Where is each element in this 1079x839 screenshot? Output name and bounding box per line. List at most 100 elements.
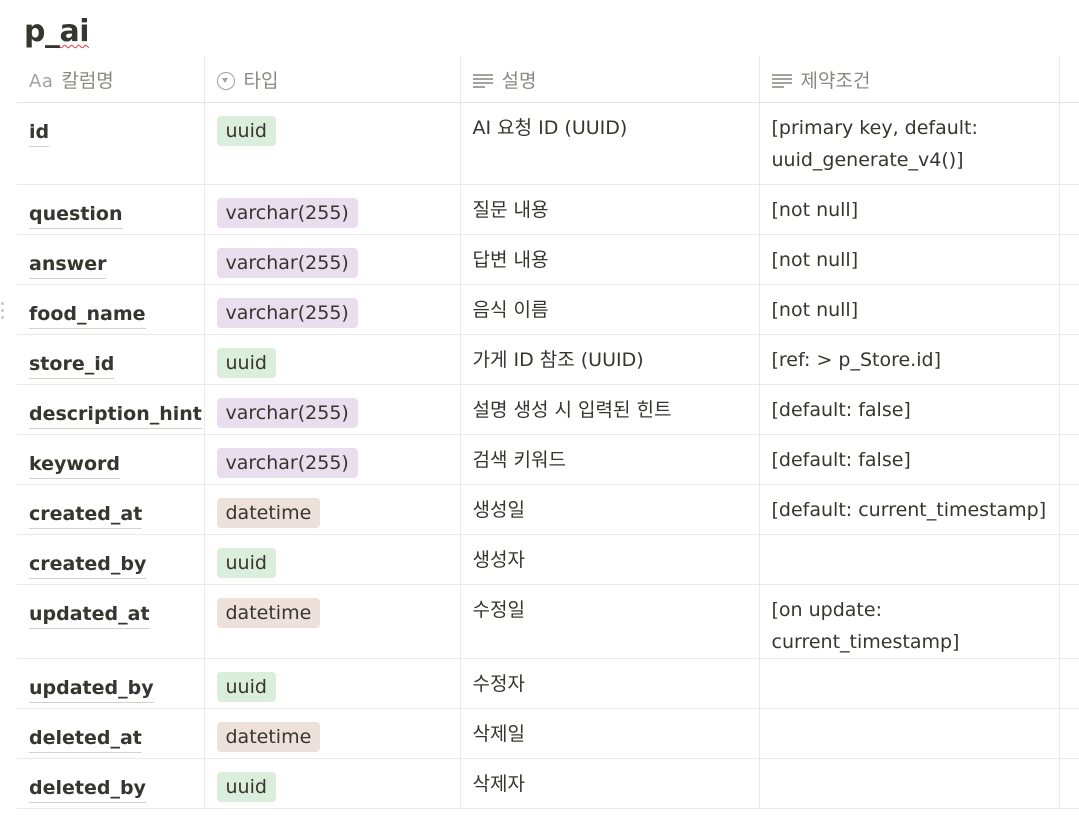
cell-constraint[interactable] <box>758 534 1059 585</box>
cell-type[interactable]: varchar(255) <box>203 284 460 335</box>
cell-constraint[interactable]: [not null] <box>758 284 1059 335</box>
cell-constraint[interactable] <box>758 708 1059 759</box>
cell-type[interactable]: varchar(255) <box>203 384 460 435</box>
cell-column-name[interactable]: created_by <box>17 534 204 585</box>
table-row[interactable]: food_name varchar(255) 음식 이름 [not null] <box>17 284 1079 335</box>
table-row[interactable]: updated_by uuid 수정자 <box>17 658 1079 709</box>
description-text: 수정일 <box>472 599 525 621</box>
cell-type[interactable]: datetime <box>203 484 460 535</box>
page-title[interactable]: p_ai <box>24 12 90 52</box>
cell-column-name[interactable]: food_name <box>17 284 204 335</box>
cell-description[interactable]: 수정자 <box>459 658 759 709</box>
cell-column-name[interactable]: keyword <box>17 434 204 485</box>
cell-type[interactable]: uuid <box>203 102 460 185</box>
select-property-icon <box>216 72 235 90</box>
cell-constraint[interactable]: [default: current_timestamp] <box>758 484 1059 535</box>
cell-constraint[interactable]: [primary key, default: uuid_generate_v4(… <box>758 102 1059 185</box>
description-text: 생성자 <box>472 549 525 571</box>
cell-column-name[interactable]: answer <box>17 234 204 285</box>
cell-column-name[interactable]: id <box>17 102 204 185</box>
text-title-icon: Aa <box>29 70 54 92</box>
table-row[interactable]: created_by uuid 생성자 <box>17 534 1079 585</box>
column-header-name[interactable]: Aa 칼럼명 <box>17 56 204 103</box>
table-row[interactable]: description_hint varchar(255) 설명 생성 시 입력된 … <box>17 384 1079 435</box>
table-row[interactable]: deleted_at datetime 삭제일 <box>17 708 1079 759</box>
cell-description[interactable]: 생성자 <box>459 534 759 585</box>
cell-type[interactable]: uuid <box>203 758 460 809</box>
description-text: 음식 이름 <box>472 299 549 321</box>
cell-constraint[interactable] <box>758 758 1059 809</box>
cell-description[interactable]: 삭제자 <box>459 758 759 809</box>
cell-type[interactable]: uuid <box>203 334 460 385</box>
description-text: 가게 ID 참조 (UUID) <box>472 349 644 371</box>
type-tag: uuid <box>216 116 276 146</box>
cell-constraint[interactable]: [on update: current_timestamp] <box>758 584 1059 659</box>
column-header-description[interactable]: 설명 <box>459 56 759 103</box>
type-tag: datetime <box>216 722 321 752</box>
cell-column-name[interactable]: updated_at <box>17 584 204 659</box>
drag-handle-icon[interactable] <box>1 300 7 322</box>
column-name-text: created_by <box>29 551 147 579</box>
table-row[interactable]: updated_at datetime 수정일 [on update: current… <box>17 584 1079 659</box>
column-header-label: 제약조건 <box>800 69 871 92</box>
text-property-icon <box>472 74 493 88</box>
cell-description[interactable]: 설명 생성 시 입력된 힌트 <box>459 384 759 435</box>
cell-extra <box>1058 658 1079 709</box>
cell-type[interactable]: varchar(255) <box>203 234 460 285</box>
table-header-row: Aa 칼럼명 타입 설명 제약조건 <box>17 56 1079 103</box>
cell-constraint[interactable]: [not null] <box>758 234 1059 285</box>
cell-column-name[interactable]: store_id <box>17 334 204 385</box>
cell-column-name[interactable]: deleted_by <box>17 758 204 809</box>
type-tag: varchar(255) <box>216 248 358 278</box>
cell-description[interactable]: 검색 키워드 <box>459 434 759 485</box>
constraint-text: [not null] <box>771 249 859 271</box>
cell-description[interactable]: 가게 ID 참조 (UUID) <box>459 334 759 385</box>
cell-type[interactable]: uuid <box>203 534 460 585</box>
column-name-text: updated_by <box>29 675 154 703</box>
constraint-text: [ref: > p_Store.id] <box>771 349 941 371</box>
cell-column-name[interactable]: description_hint <box>17 384 204 435</box>
cell-extra <box>1058 534 1079 585</box>
cell-description[interactable]: 답변 내용 <box>459 234 759 285</box>
cell-extra <box>1058 434 1079 485</box>
description-text: 삭제일 <box>472 723 525 745</box>
cell-extra <box>1058 384 1079 435</box>
description-text: 질문 내용 <box>472 199 549 221</box>
cell-extra <box>1058 484 1079 535</box>
cell-type[interactable]: datetime <box>203 708 460 759</box>
cell-constraint[interactable]: [ref: > p_Store.id] <box>758 334 1059 385</box>
cell-type[interactable]: uuid <box>203 658 460 709</box>
cell-extra <box>1058 334 1079 385</box>
cell-column-name[interactable]: updated_by <box>17 658 204 709</box>
table-row[interactable]: answer varchar(255) 답변 내용 [not null] <box>17 234 1079 285</box>
cell-column-name[interactable]: deleted_at <box>17 708 204 759</box>
cell-description[interactable]: 질문 내용 <box>459 184 759 235</box>
cell-description[interactable]: AI 요청 ID (UUID) <box>459 102 759 185</box>
cell-constraint[interactable] <box>758 658 1059 709</box>
cell-column-name[interactable]: created_at <box>17 484 204 535</box>
table-row[interactable]: deleted_by uuid 삭제자 <box>17 758 1079 809</box>
cell-type[interactable]: datetime <box>203 584 460 659</box>
cell-description[interactable]: 생성일 <box>459 484 759 535</box>
cell-constraint[interactable]: [not null] <box>758 184 1059 235</box>
cell-description[interactable]: 삭제일 <box>459 708 759 759</box>
cell-constraint[interactable]: [default: false] <box>758 384 1059 435</box>
column-header-extra <box>1058 56 1079 103</box>
table-row[interactable]: store_id uuid 가게 ID 참조 (UUID) [ref: > p_Sto… <box>17 334 1079 385</box>
column-header-constraint[interactable]: 제약조건 <box>758 56 1059 103</box>
table-row[interactable]: keyword varchar(255) 검색 키워드 [default: false… <box>17 434 1079 485</box>
column-header-label: 설명 <box>501 69 537 92</box>
column-name-text: food_name <box>29 301 146 329</box>
column-header-type[interactable]: 타입 <box>203 56 460 103</box>
type-tag: uuid <box>216 548 276 578</box>
cell-description[interactable]: 음식 이름 <box>459 284 759 335</box>
cell-type[interactable]: varchar(255) <box>203 184 460 235</box>
cell-column-name[interactable]: question <box>17 184 204 235</box>
table-row[interactable]: question varchar(255) 질문 내용 [not null] <box>17 184 1079 235</box>
cell-description[interactable]: 수정일 <box>459 584 759 659</box>
cell-type[interactable]: varchar(255) <box>203 434 460 485</box>
column-name-text: keyword <box>29 451 120 479</box>
table-row[interactable]: id uuid AI 요청 ID (UUID) [primary key, defau… <box>17 102 1079 185</box>
table-row[interactable]: created_at datetime 생성일 [default: current_t… <box>17 484 1079 535</box>
cell-constraint[interactable]: [default: false] <box>758 434 1059 485</box>
